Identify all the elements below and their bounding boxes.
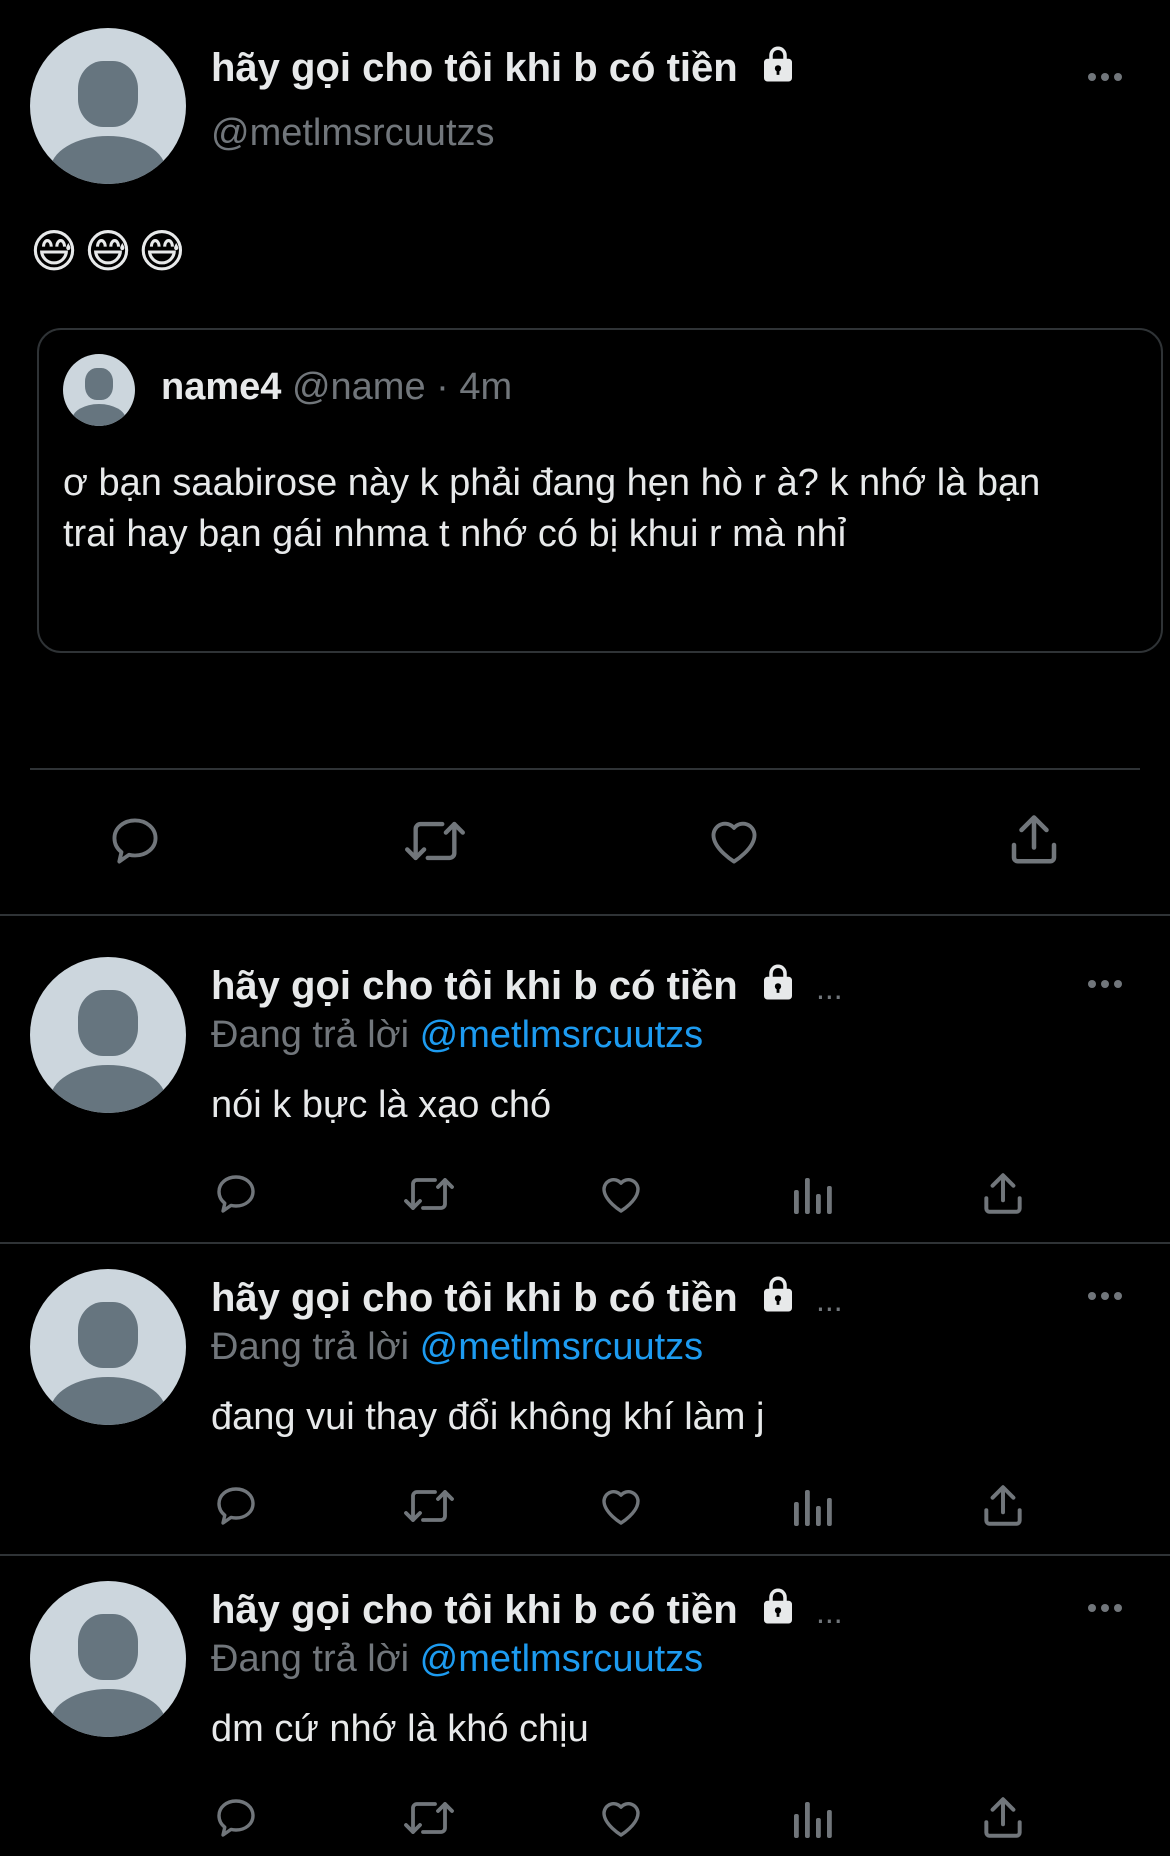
author-line: hãy gọi cho tôi khi b có tiền ...	[211, 1584, 843, 1640]
quote-header: name4 @name · 4m	[161, 366, 512, 409]
handle[interactable]: @metlmsrcuutzs	[211, 112, 495, 155]
avatar[interactable]	[30, 1269, 186, 1425]
avatar[interactable]	[30, 1581, 186, 1737]
reply-text: dm cứ nhớ là khó chịu	[211, 1708, 589, 1750]
replying-label: Đang trả lời	[211, 1014, 410, 1056]
divider	[0, 1554, 1170, 1556]
display-name[interactable]: hãy gọi cho tôi khi b có tiền	[211, 1276, 738, 1320]
share-icon[interactable]	[978, 1481, 1028, 1531]
replying-label: Đang trả lời	[211, 1638, 410, 1680]
divider	[0, 914, 1170, 916]
name-ellipsis: ...	[815, 970, 843, 1006]
retweet-icon[interactable]	[400, 1482, 458, 1530]
name-ellipsis: ...	[815, 1594, 843, 1630]
display-name[interactable]: hãy gọi cho tôi khi b có tiền	[211, 46, 738, 90]
like-icon[interactable]	[596, 1482, 646, 1530]
more-icon[interactable]	[1088, 73, 1122, 81]
author-line: hãy gọi cho tôi khi b có tiền ...	[211, 1272, 843, 1328]
display-name[interactable]: hãy gọi cho tôi khi b có tiền	[211, 1588, 738, 1632]
like-icon[interactable]	[596, 1794, 646, 1842]
replying-label: Đang trả lời	[211, 1326, 410, 1368]
more-icon[interactable]	[1088, 1604, 1122, 1612]
quoted-tweet[interactable]: name4 @name · 4m ơ bạn saabirose này k p…	[37, 328, 1163, 653]
quote-author-name: name4	[161, 366, 282, 408]
replying-to: Đang trả lời @metlmsrcuutzs	[211, 1638, 703, 1681]
quote-text: ơ bạn saabirose này k phải đang hẹn hò r…	[63, 462, 1041, 555]
lock-icon	[757, 43, 799, 98]
lock-icon	[757, 961, 799, 1016]
reply-icon[interactable]	[212, 1170, 260, 1218]
avatar	[63, 354, 135, 426]
quote-time: · 4m	[436, 366, 513, 408]
retweet-icon[interactable]	[400, 812, 470, 870]
replying-to: Đang trả lời @metlmsrcuutzs	[211, 1014, 703, 1057]
avatar[interactable]	[30, 28, 186, 184]
replying-to: Đang trả lời @metlmsrcuutzs	[211, 1326, 703, 1369]
replying-handle-link[interactable]: @metlmsrcuutzs	[420, 1326, 704, 1368]
lock-icon	[757, 1273, 799, 1328]
views-icon[interactable]	[790, 1794, 834, 1842]
emojis: 😅😅😅	[30, 225, 192, 277]
more-icon[interactable]	[1088, 1292, 1122, 1300]
views-icon[interactable]	[790, 1170, 834, 1218]
reply-text: nói k bực là xạo chó	[211, 1084, 552, 1126]
share-icon[interactable]	[1004, 810, 1064, 870]
lock-icon	[757, 1585, 799, 1640]
replying-handle-link[interactable]: @metlmsrcuutzs	[420, 1638, 704, 1680]
reply-icon[interactable]	[212, 1794, 260, 1842]
share-icon[interactable]	[978, 1793, 1028, 1843]
like-icon[interactable]	[596, 1170, 646, 1218]
author-line: hãy gọi cho tôi khi b có tiền ...	[211, 960, 843, 1016]
avatar[interactable]	[30, 957, 186, 1113]
name-ellipsis: ...	[815, 1282, 843, 1318]
more-icon[interactable]	[1088, 980, 1122, 988]
share-icon[interactable]	[978, 1169, 1028, 1219]
display-name[interactable]: hãy gọi cho tôi khi b có tiền	[211, 964, 738, 1008]
replying-handle-link[interactable]: @metlmsrcuutzs	[420, 1014, 704, 1056]
views-icon[interactable]	[790, 1482, 834, 1530]
divider	[30, 768, 1140, 770]
like-icon[interactable]	[704, 812, 764, 870]
reply-text: đang vui thay đổi không khí làm j	[211, 1396, 765, 1438]
author-line: hãy gọi cho tôi khi b có tiền	[211, 42, 799, 98]
reply-icon[interactable]	[212, 1482, 260, 1530]
retweet-icon[interactable]	[400, 1170, 458, 1218]
quote-author-handle: @name	[291, 366, 426, 408]
divider	[0, 1242, 1170, 1244]
retweet-icon[interactable]	[400, 1794, 458, 1842]
reply-icon[interactable]	[106, 812, 164, 870]
